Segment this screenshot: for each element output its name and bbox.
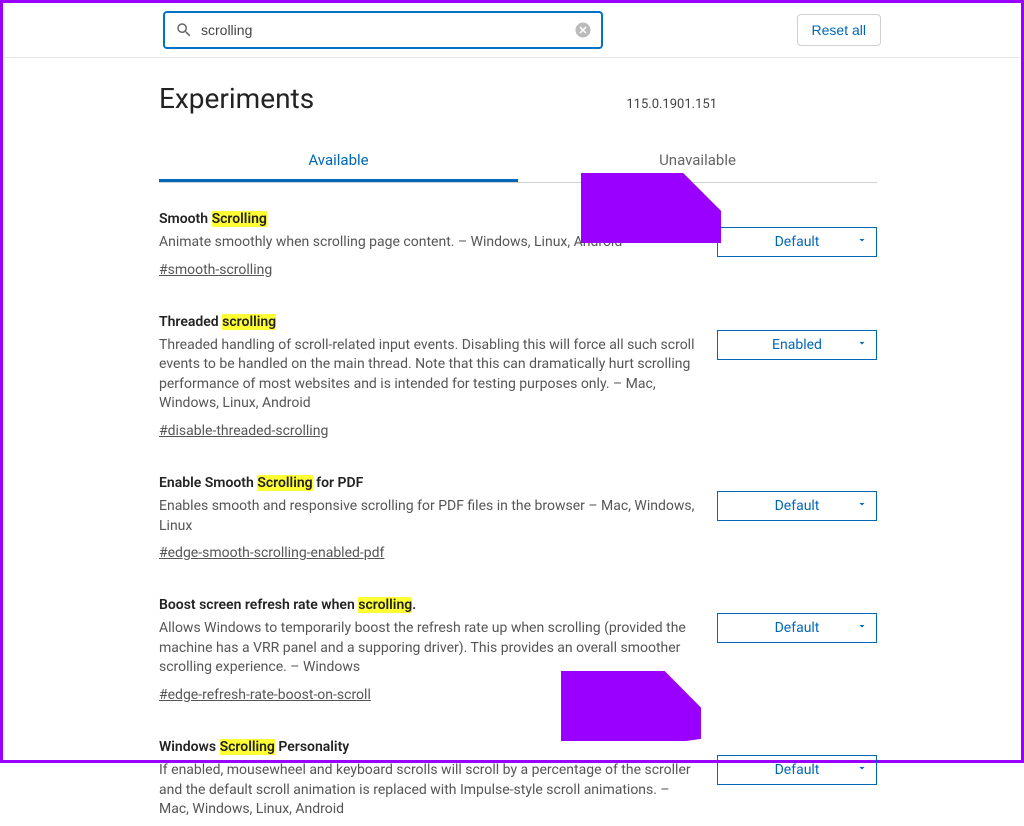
experiment-dropdown-value: Default	[775, 620, 820, 636]
experiment-title-post: Personality	[275, 739, 349, 755]
chevron-down-icon	[856, 498, 868, 514]
content-area: Experiments 115.0.1901.151 Available Una…	[3, 58, 1021, 826]
tab-available[interactable]: Available	[159, 139, 518, 182]
experiment-main: Boost screen refresh rate when scrolling…	[159, 597, 697, 703]
search-icon	[175, 21, 193, 39]
chevron-down-icon	[856, 234, 868, 250]
reset-all-button[interactable]: Reset all	[797, 14, 881, 46]
experiment-description: If enabled, mousewheel and keyboard scro…	[159, 761, 697, 820]
experiment-dropdown-value: Default	[775, 762, 820, 778]
experiment-description: Allows Windows to temporarily boost the …	[159, 619, 697, 678]
version-label: 115.0.1901.151	[626, 97, 717, 112]
experiment-row: Smooth Scrolling Animate smoothly when sc…	[159, 211, 877, 278]
clear-search-button[interactable]	[573, 20, 593, 40]
experiment-title: Threaded scrolling	[159, 314, 697, 330]
experiment-hash-link[interactable]: #edge-refresh-rate-boost-on-scroll	[159, 687, 371, 703]
experiment-dropdown[interactable]: Default	[717, 755, 877, 785]
experiment-dropdown[interactable]: Default	[717, 491, 877, 521]
experiment-title: Smooth Scrolling	[159, 211, 697, 227]
chevron-down-icon	[856, 337, 868, 353]
experiment-dropdown[interactable]: Enabled	[717, 330, 877, 360]
experiment-title-highlight: Scrolling	[257, 475, 312, 491]
experiment-hash-link[interactable]: #edge-smooth-scrolling-enabled-pdf	[159, 545, 384, 561]
experiment-title: Enable Smooth Scrolling for PDF	[159, 475, 697, 491]
experiment-title: Boost screen refresh rate when scrolling…	[159, 597, 697, 613]
page-title: Experiments	[159, 82, 314, 115]
experiment-description: Enables smooth and responsive scrolling …	[159, 497, 697, 536]
experiment-title-pre: Boost screen refresh rate when	[159, 597, 358, 613]
experiment-dropdown-value: Default	[775, 498, 820, 514]
experiment-row: Threaded scrolling Threaded handling of s…	[159, 314, 877, 439]
experiment-title-pre: Threaded	[159, 314, 222, 330]
experiment-title-highlight: scrolling	[358, 597, 412, 613]
chevron-down-icon	[856, 762, 868, 778]
experiment-dropdown-value: Default	[775, 234, 820, 250]
experiment-title-pre: Smooth	[159, 211, 212, 227]
experiment-main: Enable Smooth Scrolling for PDF Enables s…	[159, 475, 697, 561]
experiment-dropdown[interactable]: Default	[717, 227, 877, 257]
tab-unavailable[interactable]: Unavailable	[518, 139, 877, 182]
experiment-main: Threaded scrolling Threaded handling of s…	[159, 314, 697, 439]
experiment-title-pre: Enable Smooth	[159, 475, 257, 491]
experiment-description: Threaded handling of scroll-related inpu…	[159, 336, 697, 414]
search-box	[163, 11, 603, 49]
experiment-title: Windows Scrolling Personality	[159, 739, 697, 755]
experiment-title-post: for PDF	[313, 475, 364, 491]
experiments-list: Smooth Scrolling Animate smoothly when sc…	[159, 211, 877, 826]
experiment-row: Windows Scrolling Personality If enabled,…	[159, 739, 877, 826]
experiment-dropdown-value: Enabled	[772, 337, 822, 353]
experiment-main: Smooth Scrolling Animate smoothly when sc…	[159, 211, 697, 278]
chevron-down-icon	[856, 620, 868, 636]
experiment-title-highlight: Scrolling	[220, 739, 275, 755]
experiment-description: Animate smoothly when scrolling page con…	[159, 233, 697, 253]
tab-bar: Available Unavailable	[159, 139, 877, 183]
experiment-main: Windows Scrolling Personality If enabled,…	[159, 739, 697, 826]
experiment-title-post: .	[412, 597, 416, 613]
experiment-dropdown[interactable]: Default	[717, 613, 877, 643]
experiment-title-pre: Windows	[159, 739, 220, 755]
search-input[interactable]	[165, 13, 601, 47]
top-bar: Reset all	[3, 3, 1021, 58]
close-icon	[574, 21, 592, 39]
experiment-row: Enable Smooth Scrolling for PDF Enables s…	[159, 475, 877, 561]
experiment-hash-link[interactable]: #disable-threaded-scrolling	[159, 423, 328, 439]
experiment-title-highlight: Scrolling	[212, 211, 267, 227]
experiment-hash-link[interactable]: #smooth-scrolling	[159, 262, 272, 278]
experiment-title-highlight: scrolling	[222, 314, 276, 330]
experiment-row: Boost screen refresh rate when scrolling…	[159, 597, 877, 703]
